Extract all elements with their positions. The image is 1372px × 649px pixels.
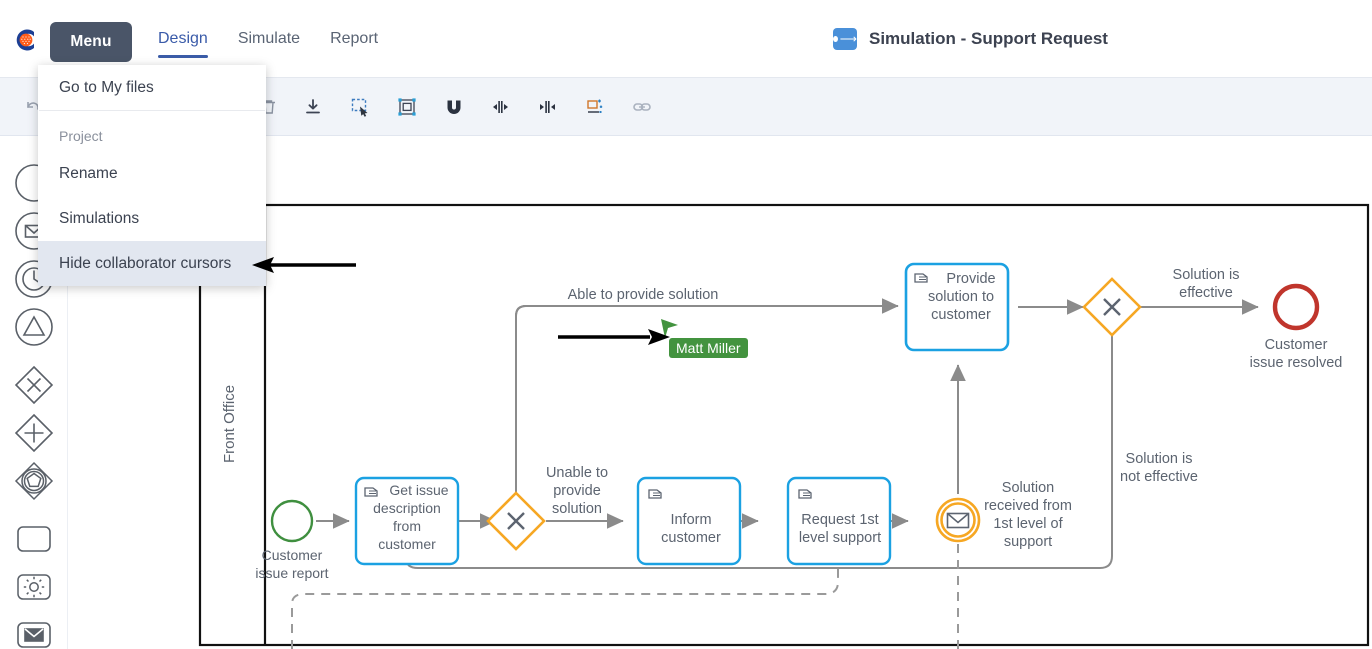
tab-design-label: Design [158, 30, 208, 47]
append-element-icon[interactable] [580, 92, 610, 122]
flow-label-unable-line1: Unable to [546, 465, 608, 481]
collaborator-name-badge: Matt Miller [669, 338, 748, 358]
menu-item-goto-my-files-label: Go to My files [59, 79, 154, 97]
main-tabs: Design Simulate Report [158, 30, 378, 58]
node-msgcatch-line2: received from [984, 498, 1072, 514]
download-icon[interactable] [298, 92, 328, 122]
task-icon[interactable] [11, 516, 57, 562]
link-icon[interactable] [627, 92, 657, 122]
menu-item-hide-collaborator-cursors-label: Hide collaborator cursors [59, 255, 231, 273]
node-inform-line1: Inform [670, 512, 711, 528]
menu-item-hide-collaborator-cursors[interactable]: Hide collaborator cursors [38, 241, 266, 286]
manual-task-icon [365, 488, 377, 496]
node-provide-line3: customer [931, 307, 991, 323]
node-inform-line2: customer [661, 530, 721, 546]
node-get-issue-line3: from [393, 518, 421, 534]
manual-task-icon [799, 490, 811, 498]
flow-label-able: Able to provide solution [568, 287, 719, 303]
node-get-issue-line2: description [373, 500, 441, 516]
gateway-exclusive-icon[interactable] [11, 362, 57, 408]
node-start-event[interactable] [272, 501, 312, 541]
align-horizontal-icon[interactable] [485, 92, 515, 122]
flow-label-effective-line1: Solution is [1173, 267, 1240, 283]
align-vertical-icon[interactable] [532, 92, 562, 122]
flow-label-noteffective-line1: Solution is [1126, 451, 1193, 467]
tab-design[interactable]: Design [158, 30, 208, 58]
menu-item-simulations-label: Simulations [59, 210, 139, 228]
document-title: ⟶ Simulation - Support Request [833, 28, 1108, 50]
menu-item-goto-my-files[interactable]: Go to My files [38, 65, 266, 110]
marquee-select-icon[interactable] [345, 92, 375, 122]
tab-report[interactable]: Report [330, 30, 378, 58]
node-end-event[interactable] [1275, 286, 1317, 328]
node-provide-line2: solution to [928, 289, 994, 305]
simulation-icon: ⟶ [833, 28, 857, 50]
menu-item-simulations[interactable]: Simulations [38, 196, 266, 241]
node-get-issue-line4: customer [378, 536, 436, 552]
document-title-text: Simulation - Support Request [869, 29, 1108, 49]
node-gateway-1[interactable] [488, 493, 544, 549]
node-gateway-2[interactable] [1084, 279, 1140, 335]
group-icon[interactable] [392, 92, 422, 122]
node-provide-line1: Provide [946, 271, 995, 287]
node-msgcatch-line3: 1st level of [993, 516, 1063, 532]
flow-label-unable-line3: solution [552, 501, 602, 517]
application-window: Menu Design Simulate Report ⟶ Simulation… [0, 0, 1372, 649]
flow-label-effective-line2: effective [1179, 285, 1233, 301]
main-menu-dropdown[interactable]: Go to My files Project Rename Simulation… [38, 65, 266, 286]
menu-button-label: Menu [70, 33, 111, 51]
node-get-issue-line1: Get issue [389, 482, 448, 498]
node-msgcatch-line4: support [1004, 534, 1052, 550]
menu-button[interactable]: Menu [50, 22, 132, 62]
node-start-label-line1: Customer [262, 547, 323, 563]
node-request-line2: level support [799, 530, 881, 546]
menu-section-project-label: Project [59, 128, 103, 144]
tab-simulate[interactable]: Simulate [238, 30, 300, 58]
camunda-logo[interactable] [12, 26, 40, 54]
node-end-line1: Customer [1265, 337, 1328, 353]
gateway-event-based-icon[interactable] [11, 458, 57, 504]
node-msgcatch-line1: Solution [1002, 480, 1054, 496]
service-task-icon[interactable] [11, 564, 57, 610]
gateway-parallel-icon[interactable] [11, 410, 57, 456]
send-task-icon[interactable] [11, 612, 57, 649]
menu-spacer [38, 111, 266, 121]
tab-simulate-label: Simulate [238, 30, 300, 47]
menu-item-rename[interactable]: Rename [38, 151, 266, 196]
node-start-label-line2: issue report [255, 565, 328, 581]
node-end-line2: issue resolved [1250, 355, 1343, 371]
node-message-catch-event[interactable] [937, 499, 979, 541]
menu-section-project: Project [38, 121, 266, 151]
start-event-escalation-icon[interactable] [11, 304, 57, 350]
manual-task-icon [915, 274, 927, 282]
tab-report-label: Report [330, 30, 378, 47]
flow-label-noteffective-line2: not effective [1120, 469, 1198, 485]
snap-magnet-icon[interactable] [439, 92, 469, 122]
node-request-line1: Request 1st [801, 512, 878, 528]
menu-item-rename-label: Rename [59, 165, 118, 183]
lane-label: Front Office [221, 385, 238, 463]
manual-task-icon [649, 490, 661, 498]
flow-label-unable-line2: provide [553, 483, 601, 499]
